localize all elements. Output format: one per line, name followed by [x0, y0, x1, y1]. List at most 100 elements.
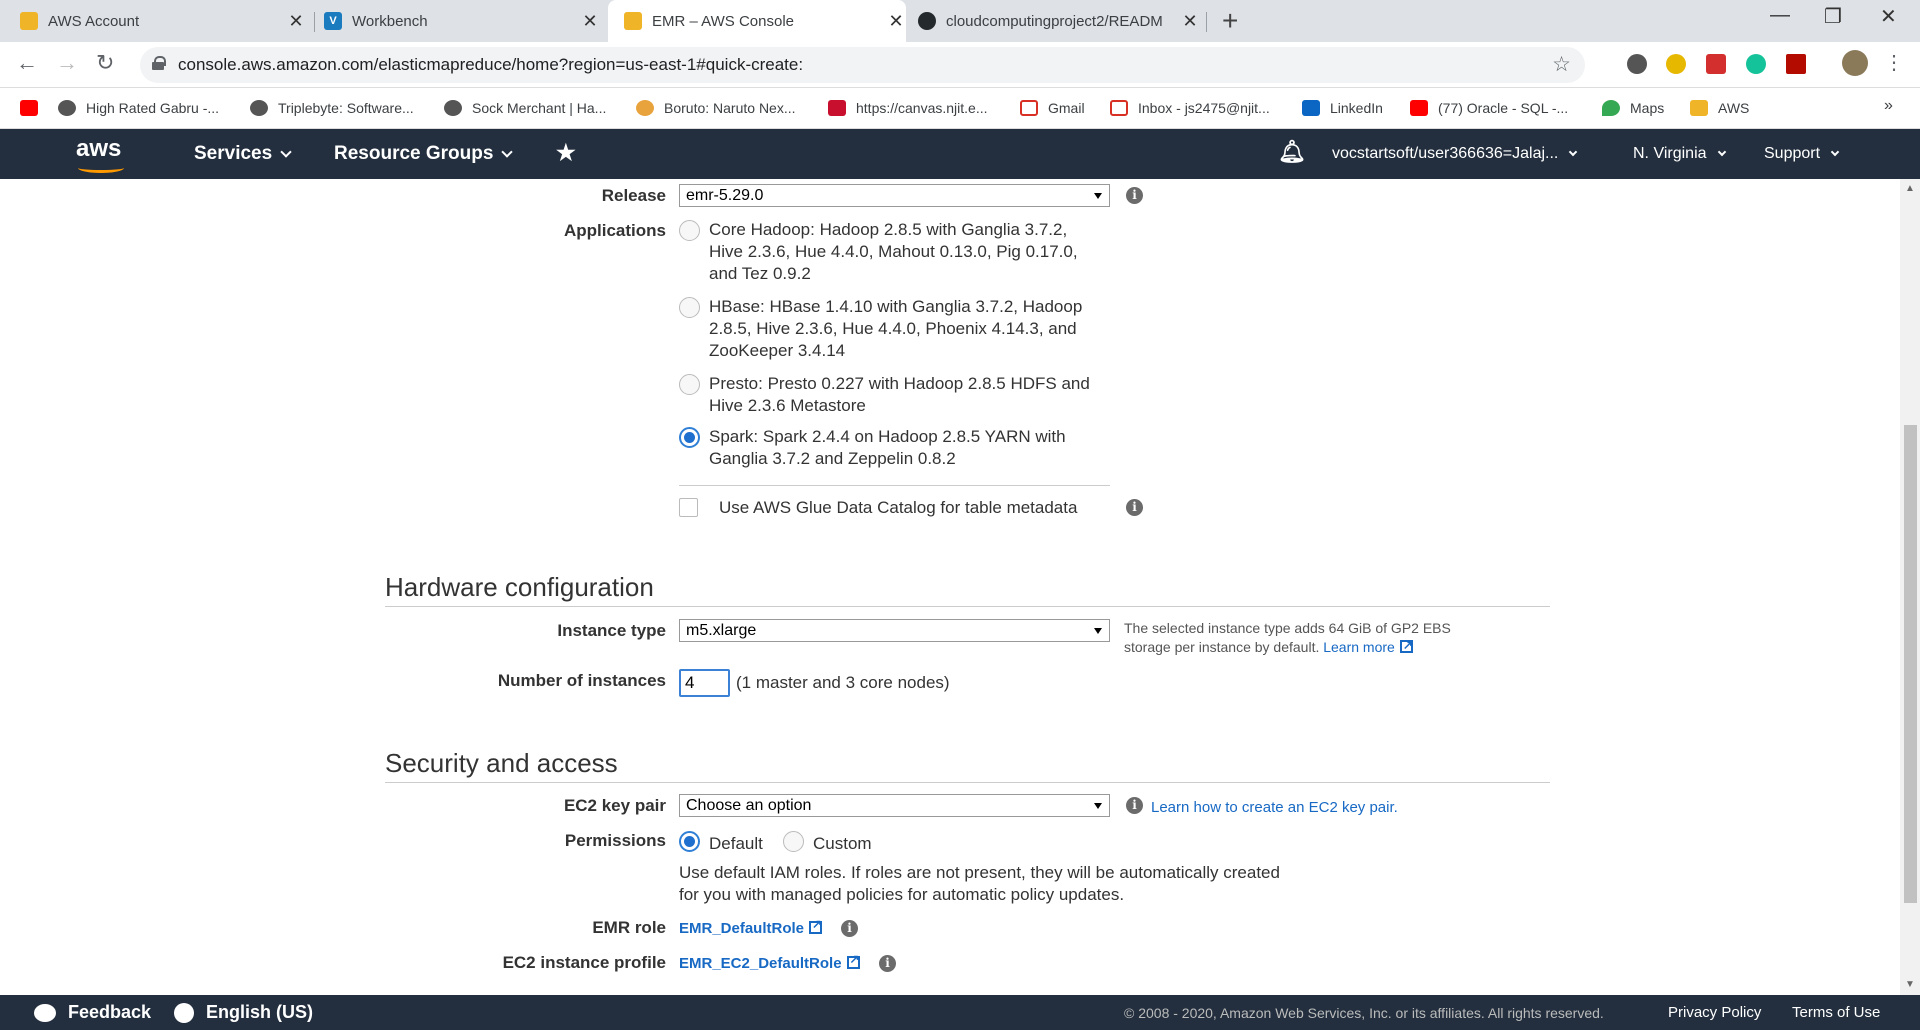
glue-catalog-label[interactable]: Use AWS Glue Data Catalog for table meta…	[719, 497, 1077, 519]
permissions-custom-radio[interactable]	[783, 831, 804, 852]
bookmark-label: Inbox - js2475@njit...	[1138, 100, 1270, 116]
divider	[679, 485, 1110, 486]
pin-icon[interactable]: ★	[556, 140, 576, 166]
terms-of-use-link[interactable]: Terms of Use	[1792, 1004, 1880, 1021]
support-menu[interactable]: Support	[1764, 145, 1840, 163]
close-icon[interactable]: ✕	[286, 11, 306, 32]
emr-role-link[interactable]: EMR_DefaultRole	[679, 917, 822, 937]
app-option-line: Presto: Presto 0.227 with Hadoop 2.8.5 H…	[709, 374, 1090, 393]
bookmark-item[interactable]: Triplebyte: Software...	[250, 100, 414, 116]
app-radio-hbase[interactable]	[679, 297, 700, 318]
applications-label: Applications	[563, 221, 666, 240]
bookmark-item[interactable]: High Rated Gabru -...	[58, 100, 219, 116]
minimize-icon[interactable]: —	[1770, 4, 1790, 27]
resource-groups-label: Resource Groups	[334, 143, 494, 164]
ec2-instance-profile-link[interactable]: EMR_EC2_DefaultRole	[679, 952, 860, 972]
app-radio-core-hadoop[interactable]	[679, 220, 700, 241]
section-divider	[385, 782, 1550, 783]
resource-groups-menu[interactable]: Resource Groups	[334, 143, 514, 165]
new-tab-button[interactable]: +	[1222, 6, 1238, 36]
number-of-instances-input[interactable]: 4	[679, 669, 730, 697]
scroll-up-icon[interactable]: ▲	[1905, 183, 1915, 194]
create-key-pair-link[interactable]: Learn how to create an EC2 key pair.	[1151, 798, 1398, 817]
bookmark-item[interactable]: LinkedIn	[1302, 100, 1383, 116]
key-pair-value: Choose an option	[686, 797, 812, 814]
bookmark-item[interactable]: Inbox - js2475@njit...	[1110, 100, 1270, 116]
info-icon[interactable]: i	[1126, 797, 1143, 814]
bell-icon[interactable]: 🔔︎	[1278, 139, 1306, 165]
learn-more-link[interactable]: Learn more	[1323, 639, 1395, 655]
extension-icon[interactable]	[1627, 54, 1647, 74]
info-icon[interactable]: i	[1126, 499, 1143, 516]
browser-tab-aws-account[interactable]: AWS Account ✕	[20, 0, 306, 42]
app-radio-spark[interactable]	[679, 427, 700, 448]
restore-icon[interactable]: ❐	[1824, 4, 1842, 29]
security-access-heading: Security and access	[385, 748, 618, 778]
reload-icon[interactable]: ↻	[96, 50, 114, 76]
pdf-icon[interactable]	[1786, 54, 1806, 74]
avatar[interactable]	[1842, 50, 1868, 76]
browser-tab-emr[interactable]: EMR – AWS Console ✕	[608, 0, 906, 42]
close-icon[interactable]: ✕	[1180, 11, 1200, 32]
bookmark-item[interactable]: https://canvas.njit.e...	[828, 100, 988, 116]
emr-quick-create-form: Release emr-5.29.0 i Applications Core H…	[0, 179, 1900, 995]
menu-kebab-icon[interactable]: ⋮	[1884, 50, 1904, 75]
instance-type-hint: The selected instance type adds 64 GiB o…	[1124, 619, 1451, 657]
window-close-icon[interactable]: ✕	[1880, 4, 1897, 29]
browser-tab-github[interactable]: cloudcomputingproject2/READM ✕	[918, 0, 1200, 42]
close-icon[interactable]: ✕	[580, 11, 600, 32]
back-icon[interactable]: ←	[16, 50, 38, 76]
bookmark-item[interactable]: Boruto: Naruto Nex...	[636, 100, 796, 116]
bookmark-item[interactable]: AWS	[1690, 100, 1749, 116]
bookmark-item[interactable]: Maps	[1602, 100, 1664, 116]
app-radio-presto[interactable]	[679, 374, 700, 395]
glue-catalog-checkbox[interactable]	[679, 498, 698, 517]
bookmarks-bar: High Rated Gabru -... Triplebyte: Softwa…	[0, 89, 1920, 129]
info-icon[interactable]: i	[1126, 187, 1143, 204]
aws-logo[interactable]: aws	[76, 135, 130, 173]
url-bar[interactable]: console.aws.amazon.com/elasticmapreduce/…	[140, 47, 1585, 83]
app-option-core-hadoop[interactable]: Core Hadoop: Hadoop 2.8.5 with Ganglia 3…	[709, 219, 1078, 285]
app-option-line: Hive 2.3.6, Hue 4.4.0, Mahout 0.13.0, Pi…	[709, 242, 1078, 261]
ec2-key-pair-select[interactable]: Choose an option	[679, 794, 1110, 817]
more-bookmarks-icon[interactable]: »	[1884, 97, 1893, 115]
scrollbar-thumb[interactable]	[1904, 425, 1917, 903]
services-menu[interactable]: Services	[194, 143, 292, 165]
app-option-presto[interactable]: Presto: Presto 0.227 with Hadoop 2.8.5 H…	[709, 373, 1090, 417]
extension-icon[interactable]	[1706, 54, 1726, 74]
bookmark-item[interactable]: Gmail	[1020, 100, 1085, 116]
url-text[interactable]: console.aws.amazon.com/elasticmapreduce/…	[178, 55, 803, 75]
bookmark-item[interactable]: (77) Oracle - SQL -...	[1410, 100, 1568, 116]
forward-icon[interactable]: →	[56, 50, 78, 76]
bookmark-favicon	[250, 100, 268, 116]
app-option-spark[interactable]: Spark: Spark 2.4.4 on Hadoop 2.8.5 YARN …	[709, 426, 1066, 470]
info-icon[interactable]: i	[841, 920, 858, 937]
chevron-down-icon	[501, 146, 514, 158]
permissions-default-label[interactable]: Default	[709, 833, 763, 855]
youtube-icon[interactable]	[20, 100, 38, 116]
external-link-icon[interactable]	[1399, 636, 1413, 655]
language-selector[interactable]: English (US)	[174, 1002, 313, 1023]
instance-type-select[interactable]: m5.xlarge	[679, 619, 1110, 642]
close-icon[interactable]: ✕	[886, 11, 906, 32]
app-option-line: ZooKeeper 3.4.14	[709, 341, 846, 360]
release-select[interactable]: emr-5.29.0	[679, 184, 1110, 207]
app-option-hbase[interactable]: HBase: HBase 1.4.10 with Ganglia 3.7.2, …	[709, 296, 1082, 362]
region-menu[interactable]: N. Virginia	[1633, 145, 1726, 163]
app-option-line: and Tez 0.9.2	[709, 264, 811, 283]
feedback-button[interactable]: Feedback	[34, 1002, 151, 1023]
scroll-down-icon[interactable]: ▼	[1905, 979, 1915, 990]
account-menu[interactable]: vocstartsoft/user366636=Jalaj...	[1332, 145, 1578, 163]
bookmark-star-icon[interactable]: ☆	[1552, 52, 1571, 77]
permissions-default-radio[interactable]	[679, 831, 700, 852]
info-icon[interactable]: i	[879, 955, 896, 972]
privacy-policy-link[interactable]: Privacy Policy	[1668, 1004, 1761, 1021]
browser-tab-workbench[interactable]: V Workbench ✕	[324, 0, 600, 42]
feedback-label: Feedback	[68, 1002, 152, 1022]
bookmark-item[interactable]: Sock Merchant | Ha...	[444, 100, 606, 116]
grammarly-icon[interactable]	[1746, 54, 1766, 74]
permissions-custom-label[interactable]: Custom	[813, 833, 872, 855]
page-scrollbar[interactable]: ▲ ▼	[1900, 179, 1920, 995]
permissions-label: Permissions	[564, 831, 666, 850]
extension-icon[interactable]	[1666, 54, 1686, 74]
